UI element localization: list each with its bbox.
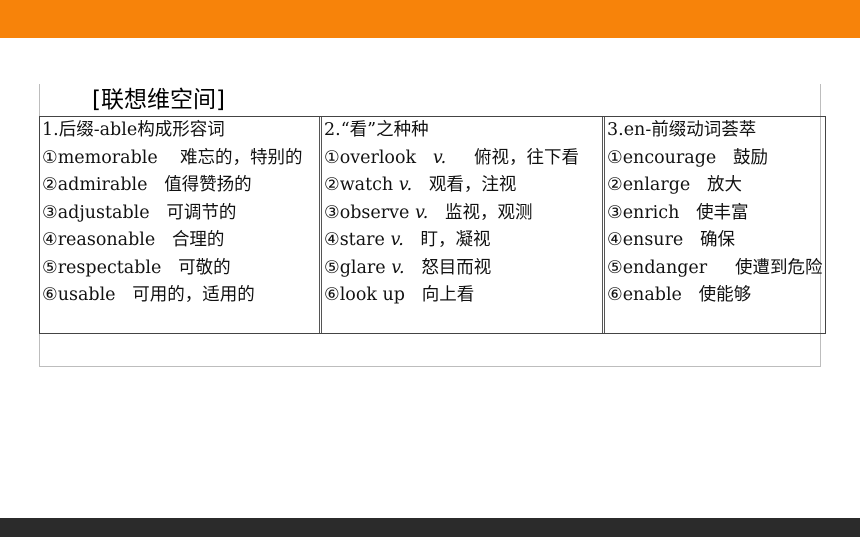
list-item: ①encourage 鼓励 [607,147,768,168]
list-item: ③enrich 使丰富 [607,202,749,223]
list-item: ⑥look up 向上看 [324,285,475,305]
table-row: 1.后缀-able构成形容词 ①memorable 难忘的，特别的 ②admir… [40,117,825,333]
list-item: ①memorable 难忘的，特别的 [42,147,303,168]
list-item: ⑤respectable 可敬的 [42,257,231,278]
column-header: 2.“看”之种种 [324,120,429,140]
list-item: ⑥usable 可用的，适用的 [42,285,255,305]
list-item: ②admirable 值得赞扬的 [42,175,252,195]
column-able-adjectives: 1.后缀-able构成形容词 ①memorable 难忘的，特别的 ②admir… [40,117,322,333]
list-item: ④stare v. 盯，凝视 [324,230,491,250]
column-look-verbs: 2.“看”之种种 ①overlook v. 俯视，往下看 ②watch v. 观… [322,117,605,333]
list-item: ①overlook v. 俯视，往下看 [324,147,580,168]
top-accent-bar [0,0,860,38]
list-item: ⑤glare v. 怒目而视 [324,257,492,278]
list-item: ③observe v. 监视，观测 [324,202,533,223]
list-item: ④ensure 确保 [607,230,735,250]
list-item: ②enlarge 放大 [607,175,742,195]
list-item: ⑥enable 使能够 [607,285,752,305]
list-item: ⑤endanger 使遭到危险 [607,257,823,278]
column-header: 3.en-前缀动词荟萃 [607,120,757,140]
bottom-bar [0,518,860,537]
section-title: [联想维空间] [92,87,225,113]
list-item: ③adjustable 可调节的 [42,202,237,223]
column-en-prefix-verbs: 3.en-前缀动词荟萃 ①encourage 鼓励 ②enlarge 放大 ③e… [605,117,825,333]
list-item: ④reasonable 合理的 [42,230,225,250]
column-header: 1.后缀-able构成形容词 [42,120,225,140]
list-item: ②watch v. 观看，注视 [324,175,517,195]
vocabulary-table: 1.后缀-able构成形容词 ①memorable 难忘的，特别的 ②admir… [39,116,826,334]
